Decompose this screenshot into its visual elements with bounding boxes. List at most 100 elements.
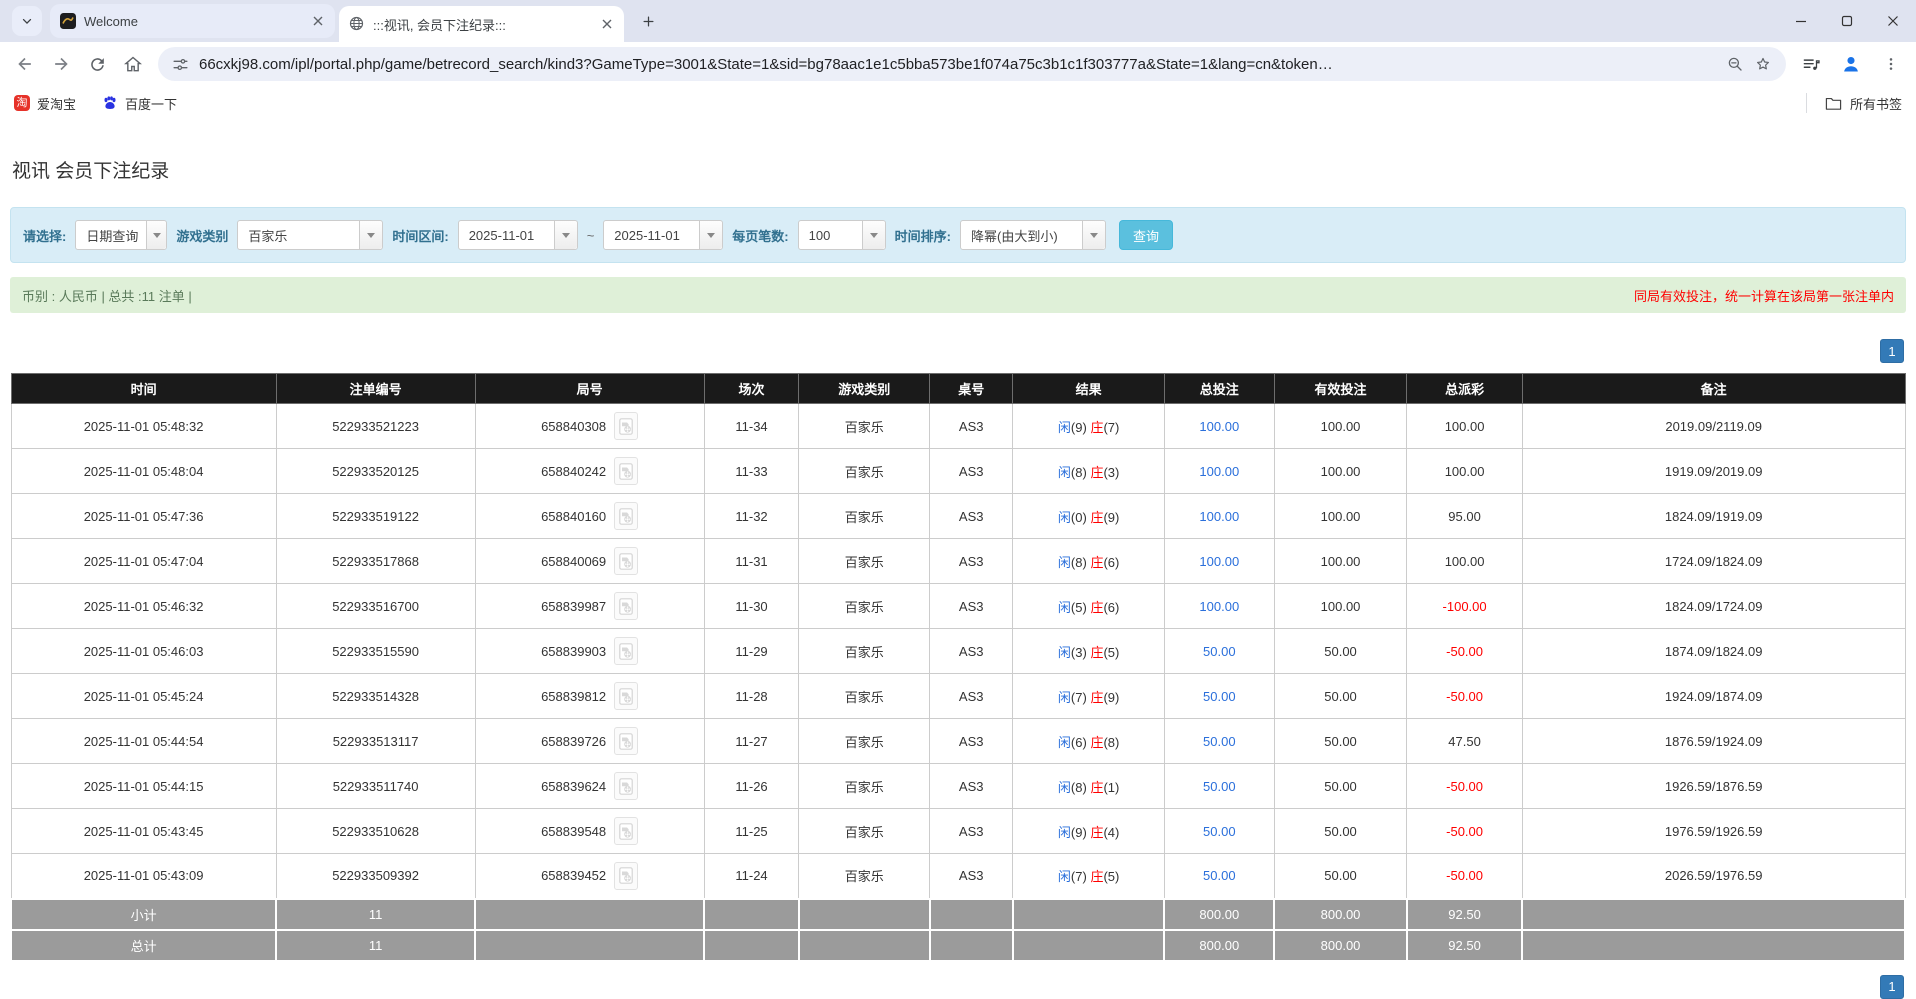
zoom-out-icon[interactable] [1726,55,1744,73]
cell-game-type: 百家乐 [799,584,930,629]
table-row: 2025-11-01 05:44:15 522933511740 6588396… [11,764,1905,809]
tilde-separator: ~ [587,228,595,243]
video-replay-icon[interactable] [614,862,638,890]
cell-bet-id: 522933519122 [276,494,475,539]
date-to-value: 2025-11-01 [614,228,691,243]
url-text[interactable]: 66cxkj98.com/ipl/portal.php/game/betreco… [199,56,1716,73]
cell-note: 1824.09/1724.09 [1522,584,1905,629]
query-type-select[interactable]: 日期查询 [75,220,167,250]
result-player-score: (7) [1071,690,1087,705]
total-bet-link[interactable]: 50.00 [1203,779,1236,794]
tab-strip: Welcome :::视讯, 会员下注纪录::: [0,0,1916,42]
cell-valid-bet: 50.00 [1274,674,1407,719]
video-replay-icon[interactable] [614,682,638,710]
total-bet-link[interactable]: 100.00 [1199,554,1239,569]
total-bet-link[interactable]: 100.00 [1199,464,1239,479]
cell-total-bet: 100.00 [1164,449,1274,494]
round-number: 658840069 [541,554,606,569]
reload-button[interactable] [80,47,114,81]
minimize-button[interactable] [1778,0,1824,42]
sort-select[interactable]: 降幂(由大到小) [960,220,1106,250]
cell-note: 1976.59/1926.59 [1522,809,1905,854]
browser-tab-betrecord[interactable]: :::视讯, 会员下注纪录::: [339,6,624,42]
bookmark-star-icon[interactable] [1754,55,1772,73]
cell-note: 1926.59/1876.59 [1522,764,1905,809]
video-replay-icon[interactable] [614,637,638,665]
total-bet-link[interactable]: 100.00 [1199,599,1239,614]
total-bet-link[interactable]: 50.00 [1203,689,1236,704]
page-1-button[interactable]: 1 [1880,339,1904,363]
cell-total-bet: 100.00 [1164,539,1274,584]
date-from-select[interactable]: 2025-11-01 [458,220,578,250]
page-size-select[interactable]: 100 [798,220,886,250]
home-button[interactable] [116,47,150,81]
cell-note: 1824.09/1919.09 [1522,494,1905,539]
result-banker-label: 庄 [1090,510,1103,525]
cell-payout: -50.00 [1407,764,1523,809]
tab-close-icon[interactable] [598,15,616,33]
browser-toolbar: 66cxkj98.com/ipl/portal.php/game/betreco… [0,42,1916,86]
profile-avatar[interactable] [1834,47,1868,81]
all-bookmarks[interactable]: 所有书签 [1806,93,1902,113]
video-replay-icon[interactable] [614,547,638,575]
video-replay-icon[interactable] [614,727,638,755]
video-replay-icon[interactable] [614,817,638,845]
select-caret-icon[interactable] [359,221,382,249]
tab-close-icon[interactable] [309,12,327,30]
total-bet-link[interactable]: 100.00 [1199,419,1239,434]
tab-search-button[interactable] [12,6,42,36]
maximize-button[interactable] [1824,0,1870,42]
video-replay-icon[interactable] [614,502,638,530]
site-info-icon[interactable] [172,56,189,73]
cell-valid-bet: 100.00 [1274,404,1407,449]
cell-valid-bet: 50.00 [1274,719,1407,764]
table-row: 2025-11-01 05:44:54 522933513117 6588397… [11,719,1905,764]
cell-result: 闲(3) 庄(5) [1013,629,1165,674]
video-replay-icon[interactable] [614,592,638,620]
back-button[interactable] [8,47,42,81]
select-caret-icon[interactable] [554,221,577,249]
cell-valid-bet: 100.00 [1274,584,1407,629]
table-row: 2025-11-01 05:48:04 522933520125 6588402… [11,449,1905,494]
page-1-button[interactable]: 1 [1880,975,1904,999]
total-bet-link[interactable]: 50.00 [1203,734,1236,749]
bookmark-aitaobao[interactable]: 淘 爱淘宝 [14,94,76,113]
summary-empty [799,899,930,930]
same-round-notice: 同局有效投注，统一计算在该局第一张注单内 [1634,286,1894,305]
cell-round: 658839624 [475,764,704,809]
cell-time: 2025-11-01 05:43:45 [11,809,276,854]
result-player-score: (0) [1071,510,1087,525]
query-button[interactable]: 查询 [1119,220,1173,250]
video-replay-icon[interactable] [614,412,638,440]
close-button[interactable] [1870,0,1916,42]
select-caret-icon[interactable] [862,221,885,249]
total-bet-link[interactable]: 50.00 [1203,868,1236,883]
forward-button[interactable] [44,47,78,81]
video-replay-icon[interactable] [614,772,638,800]
total-bet-link[interactable]: 50.00 [1203,644,1236,659]
new-tab-button[interactable] [634,7,662,35]
table-row: 2025-11-01 05:47:36 522933519122 6588401… [11,494,1905,539]
select-caret-icon[interactable] [699,221,722,249]
result-player-label: 闲 [1058,869,1071,884]
cell-table-number: AS3 [930,764,1013,809]
browser-menu-icon[interactable] [1874,47,1908,81]
cell-valid-bet: 50.00 [1274,854,1407,899]
result-banker-score: (6) [1103,555,1119,570]
cell-time: 2025-11-01 05:48:04 [11,449,276,494]
select-caret-icon[interactable] [146,221,166,249]
select-caret-icon[interactable] [1082,221,1105,249]
cell-note: 1924.09/1874.09 [1522,674,1905,719]
total-bet-link[interactable]: 50.00 [1203,824,1236,839]
address-bar[interactable]: 66cxkj98.com/ipl/portal.php/game/betreco… [158,47,1786,81]
browser-tab-welcome[interactable]: Welcome [50,4,335,38]
video-replay-icon[interactable] [614,457,638,485]
media-playlist-icon[interactable] [1794,47,1828,81]
game-type-select[interactable]: 百家乐 [237,220,383,250]
date-to-select[interactable]: 2025-11-01 [603,220,723,250]
summary-empty [475,930,704,961]
result-player-label: 闲 [1058,510,1071,525]
cell-note: 1876.59/1924.09 [1522,719,1905,764]
bookmark-baidu[interactable]: 百度一下 [102,94,177,113]
total-bet-link[interactable]: 100.00 [1199,509,1239,524]
